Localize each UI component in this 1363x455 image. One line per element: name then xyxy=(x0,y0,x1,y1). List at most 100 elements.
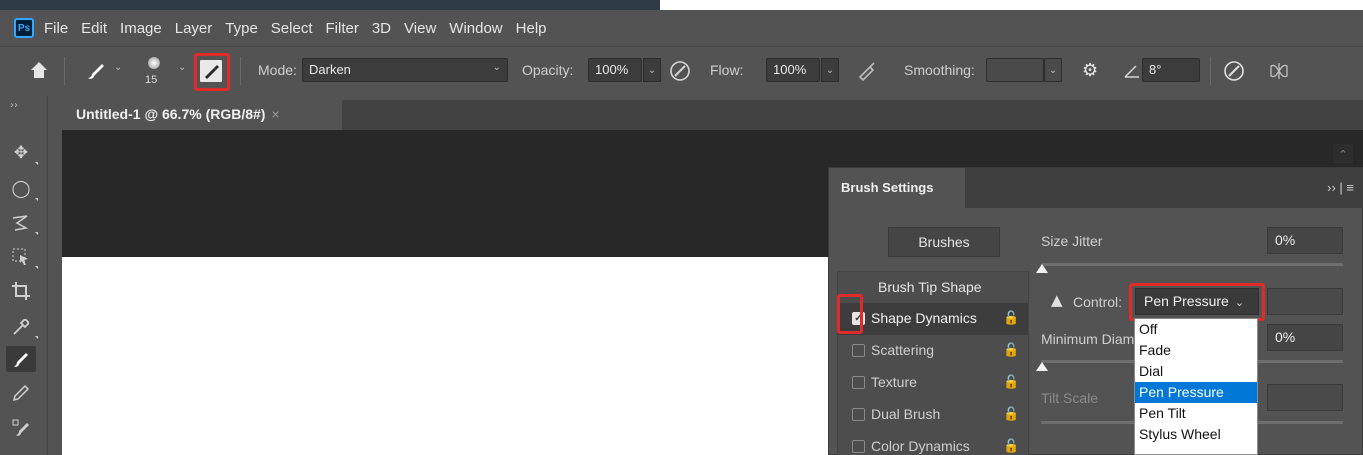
chevron-down-icon[interactable]: ⌄ xyxy=(178,62,186,73)
close-icon[interactable]: × xyxy=(271,106,279,122)
panel-tab-brush-settings[interactable]: Brush Settings xyxy=(829,168,965,208)
smoothing-label: Smoothing: xyxy=(904,62,975,78)
panel-header: Brush Settings ›› | ≡ xyxy=(829,168,1363,208)
checkbox-icon[interactable] xyxy=(852,344,865,357)
list-item-scattering[interactable]: Scattering 🔓 xyxy=(838,335,1028,367)
menu-image[interactable]: Image xyxy=(120,20,162,37)
document-tab[interactable]: Untitled-1 @ 66.7% (RGB/8#) × xyxy=(62,100,342,130)
size-jitter-input[interactable]: 0% xyxy=(1267,227,1343,254)
menu-edit[interactable]: Edit xyxy=(81,20,107,37)
pressure-size-icon[interactable] xyxy=(1222,59,1246,83)
list-item-shape-dynamics[interactable]: ✓ Shape Dynamics 🔓 xyxy=(838,303,1028,335)
menu-3d[interactable]: 3D xyxy=(372,20,391,37)
mode-select[interactable]: Darken ⌄ xyxy=(302,58,508,82)
brush-settings-panel: Brush Settings ›› | ≡ Brushes Brush Tip … xyxy=(828,167,1363,455)
smoothing-input[interactable] xyxy=(986,58,1044,82)
list-item-color-dynamics[interactable]: Color Dynamics 🔓 xyxy=(838,431,1028,455)
eyedropper-tool-icon[interactable] xyxy=(6,314,38,340)
opacity-input[interactable]: 100% xyxy=(588,58,642,82)
photoshop-logo[interactable]: Ps xyxy=(14,18,34,38)
dropdown-option-stylus-wheel[interactable]: Stylus Wheel xyxy=(1135,424,1257,445)
warning-icon: ▲ xyxy=(1051,291,1063,309)
size-jitter-slider[interactable] xyxy=(1041,263,1343,266)
dropdown-option-off[interactable]: Off xyxy=(1135,319,1257,340)
brushes-button[interactable]: Brushes xyxy=(888,227,1000,257)
list-item-texture[interactable]: Texture 🔓 xyxy=(838,367,1028,399)
panel-menu-icon[interactable]: ›› | ≡ xyxy=(1327,180,1354,195)
mode-label: Mode: xyxy=(258,62,297,78)
menu-help[interactable]: Help xyxy=(516,20,547,37)
checkbox-icon[interactable] xyxy=(852,408,865,421)
smoothing-dropdown[interactable]: ⌄ xyxy=(1044,58,1062,82)
menu-view[interactable]: View xyxy=(404,20,436,37)
chevron-down-icon[interactable]: ⌄ xyxy=(114,62,122,73)
minimum-diameter-input[interactable]: 0% xyxy=(1267,324,1343,351)
dropdown-option-pen-tilt[interactable]: Pen Tilt xyxy=(1135,403,1257,424)
checkbox-icon[interactable] xyxy=(852,440,865,453)
lock-icon[interactable]: 🔓 xyxy=(1003,374,1019,390)
pencil-tool-icon[interactable] xyxy=(6,380,36,406)
tools-panel: ›› ✥ ◯ xyxy=(0,96,48,455)
lock-icon[interactable]: 🔓 xyxy=(1003,310,1019,326)
size-jitter-label: Size Jitter xyxy=(1041,233,1103,249)
opacity-label: Opacity: xyxy=(522,62,574,78)
lock-icon[interactable]: 🔓 xyxy=(1003,342,1019,358)
list-item-brush-tip-shape[interactable]: Brush Tip Shape xyxy=(838,272,1028,304)
menu-file[interactable]: File xyxy=(44,20,68,37)
menu-type[interactable]: Type xyxy=(225,20,258,37)
menu-window[interactable]: Window xyxy=(449,20,502,37)
separator xyxy=(64,57,65,85)
pressure-opacity-icon[interactable] xyxy=(668,59,692,83)
menu-filter[interactable]: Filter xyxy=(326,20,359,37)
options-bar: ⌄ 15 ⌄ Mode: Darken ⌄ Opacity: 100% ⌄ Fl… xyxy=(0,46,1363,96)
list-item-label: Shape Dynamics xyxy=(871,310,977,326)
minimum-diameter-slider-thumb[interactable] xyxy=(1036,362,1048,371)
lock-icon[interactable]: 🔓 xyxy=(1003,438,1019,454)
flow-input[interactable]: 100% xyxy=(766,58,820,82)
clone-stamp-tool-icon[interactable] xyxy=(6,414,36,440)
symmetry-icon[interactable] xyxy=(1268,60,1290,82)
menu-layer[interactable]: Layer xyxy=(175,20,213,37)
flow-label: Flow: xyxy=(710,62,744,78)
brush-tool-icon[interactable] xyxy=(6,346,36,372)
brush-size-label: 15 xyxy=(145,74,158,86)
menu-select[interactable]: Select xyxy=(271,20,313,37)
highlight-box xyxy=(837,294,863,334)
flyout-indicator-icon xyxy=(35,232,38,235)
document-tab-bar: Untitled-1 @ 66.7% (RGB/8#) × xyxy=(62,100,1363,130)
brush-options-list: Brush Tip Shape ✓ Shape Dynamics 🔓 Scatt… xyxy=(837,271,1029,455)
collapse-icon[interactable]: ›› xyxy=(10,100,18,111)
tilt-scale-label: Tilt Scale xyxy=(1041,390,1099,406)
scroll-up-icon[interactable]: ⌃ xyxy=(1333,144,1353,164)
flyout-indicator-icon xyxy=(35,162,38,165)
crop-tool-icon[interactable] xyxy=(6,278,36,304)
dropdown-option-pen-pressure[interactable]: Pen Pressure xyxy=(1135,382,1257,403)
object-selection-tool-icon[interactable] xyxy=(6,244,38,270)
dropdown-option-fade[interactable]: Fade xyxy=(1135,340,1257,361)
dropdown-option-dial[interactable]: Dial xyxy=(1135,361,1257,382)
highlight-box xyxy=(1129,283,1265,321)
marquee-tool-icon[interactable]: ◯ xyxy=(6,176,38,202)
document-canvas[interactable] xyxy=(62,257,842,455)
checkbox-icon[interactable] xyxy=(852,376,865,389)
flyout-indicator-icon xyxy=(35,336,38,339)
angle-input[interactable]: 8° xyxy=(1142,58,1200,82)
document-tab-title: Untitled-1 @ 66.7% (RGB/8#) xyxy=(76,106,266,122)
list-item-label: Color Dynamics xyxy=(871,438,970,454)
move-tool-icon[interactable]: ✥ xyxy=(6,140,38,166)
lock-icon[interactable]: 🔓 xyxy=(1003,406,1019,422)
tilt-scale-input[interactable] xyxy=(1267,384,1343,411)
lasso-tool-icon[interactable] xyxy=(6,210,38,236)
list-item-dual-brush[interactable]: Dual Brush 🔓 xyxy=(838,399,1028,431)
control-extra-field[interactable] xyxy=(1267,288,1343,315)
airbrush-icon[interactable] xyxy=(856,59,880,83)
brush-preset-picker[interactable]: 15 xyxy=(140,56,168,92)
home-icon[interactable] xyxy=(28,59,50,81)
gear-icon[interactable]: ⚙ xyxy=(1082,60,1104,82)
flow-dropdown[interactable]: ⌄ xyxy=(821,58,839,82)
opacity-dropdown[interactable]: ⌄ xyxy=(643,58,661,82)
size-jitter-slider-thumb[interactable] xyxy=(1036,264,1048,273)
brush-tool-preset-icon[interactable] xyxy=(84,60,108,82)
separator xyxy=(1210,57,1211,85)
separator xyxy=(240,57,241,85)
